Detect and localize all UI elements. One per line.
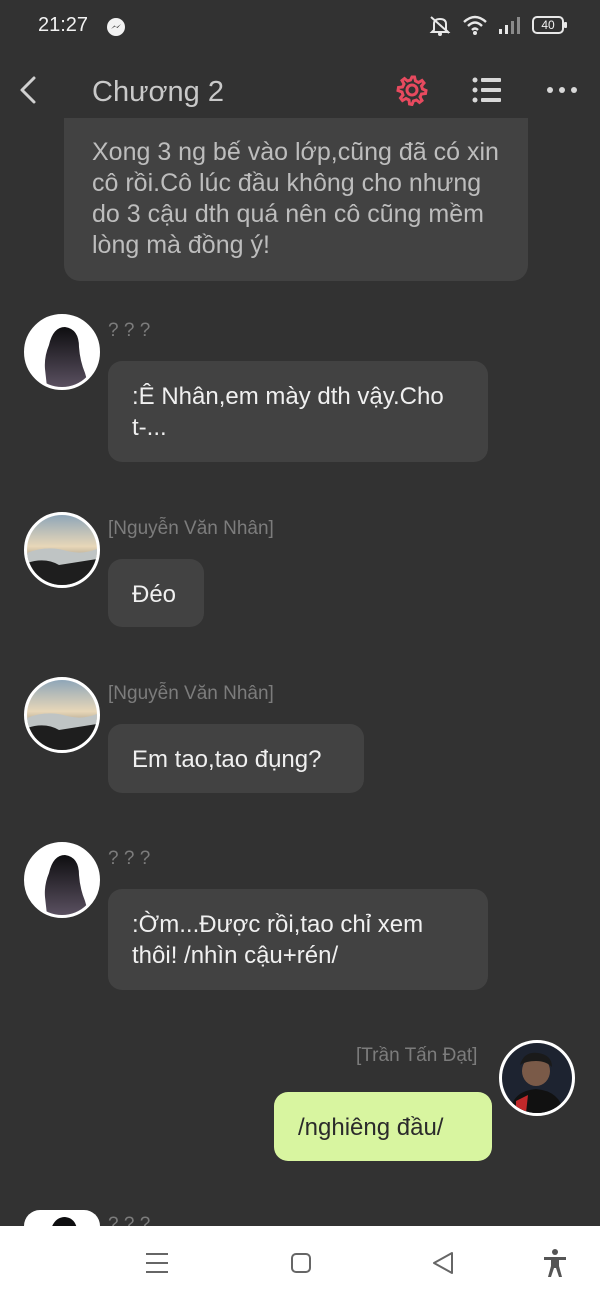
message-bubble: Đéo [108,559,204,627]
avatar-silhouette[interactable] [24,314,100,390]
signal-icon [499,17,520,34]
silhouette-avatar-image [27,317,97,387]
sender-name: ? ? ? [108,320,151,341]
top-bar: Chương 2 [0,60,600,124]
narration-bubble: Xong 3 ng bế vào lớp,cũng đã có xin cô r… [64,118,528,281]
chapter-title: Chương 2 [92,76,224,108]
status-icons: 40 [428,14,567,36]
landscape-avatar-image [27,515,97,585]
landscape-avatar-image [27,680,97,750]
back-button[interactable] [14,72,44,108]
back-triangle-icon[interactable] [428,1248,458,1278]
settings-gear-icon[interactable] [396,74,428,106]
wifi-icon [463,15,487,35]
sender-name: ? ? ? [108,1214,151,1226]
message-bubble: Em tao,tao đụng? [108,724,364,793]
status-bar: 21:27 40 [0,0,600,56]
sender-name: [Nguyễn Văn Nhân] [108,518,274,539]
silhouette-avatar-image [27,1213,97,1226]
avatar-silhouette[interactable] [24,842,100,918]
system-nav-bar [0,1226,600,1300]
more-options-icon[interactable] [546,80,578,100]
message-bubble-self: /nghiêng đầu/ [274,1092,492,1161]
accessibility-icon[interactable] [540,1248,570,1278]
silhouette-avatar-image [27,845,97,915]
home-icon[interactable] [286,1248,316,1278]
avatar-landscape[interactable] [24,677,100,753]
sender-name: [Trần Tấn Đạt] [356,1045,478,1066]
mute-icon [429,16,451,36]
message-bubble: :Ê Nhân,em mày dth vậy.Cho t-... [108,361,488,462]
battery-icon: 40 [532,16,567,34]
message-bubble: :Ờm...Được rồi,tao chỉ xem thôi! /nhìn c… [108,889,488,990]
avatar-landscape[interactable] [24,512,100,588]
status-time: 21:27 [38,14,89,36]
messenger-icon [107,18,125,36]
sender-name: ? ? ? [108,848,151,869]
person-avatar-image [502,1043,572,1113]
avatar-silhouette[interactable] [24,1210,100,1226]
chapter-list-icon[interactable] [472,76,502,104]
avatar-person[interactable] [499,1040,575,1116]
menu-icon[interactable] [142,1248,172,1278]
sender-name: [Nguyễn Văn Nhân] [108,683,274,704]
